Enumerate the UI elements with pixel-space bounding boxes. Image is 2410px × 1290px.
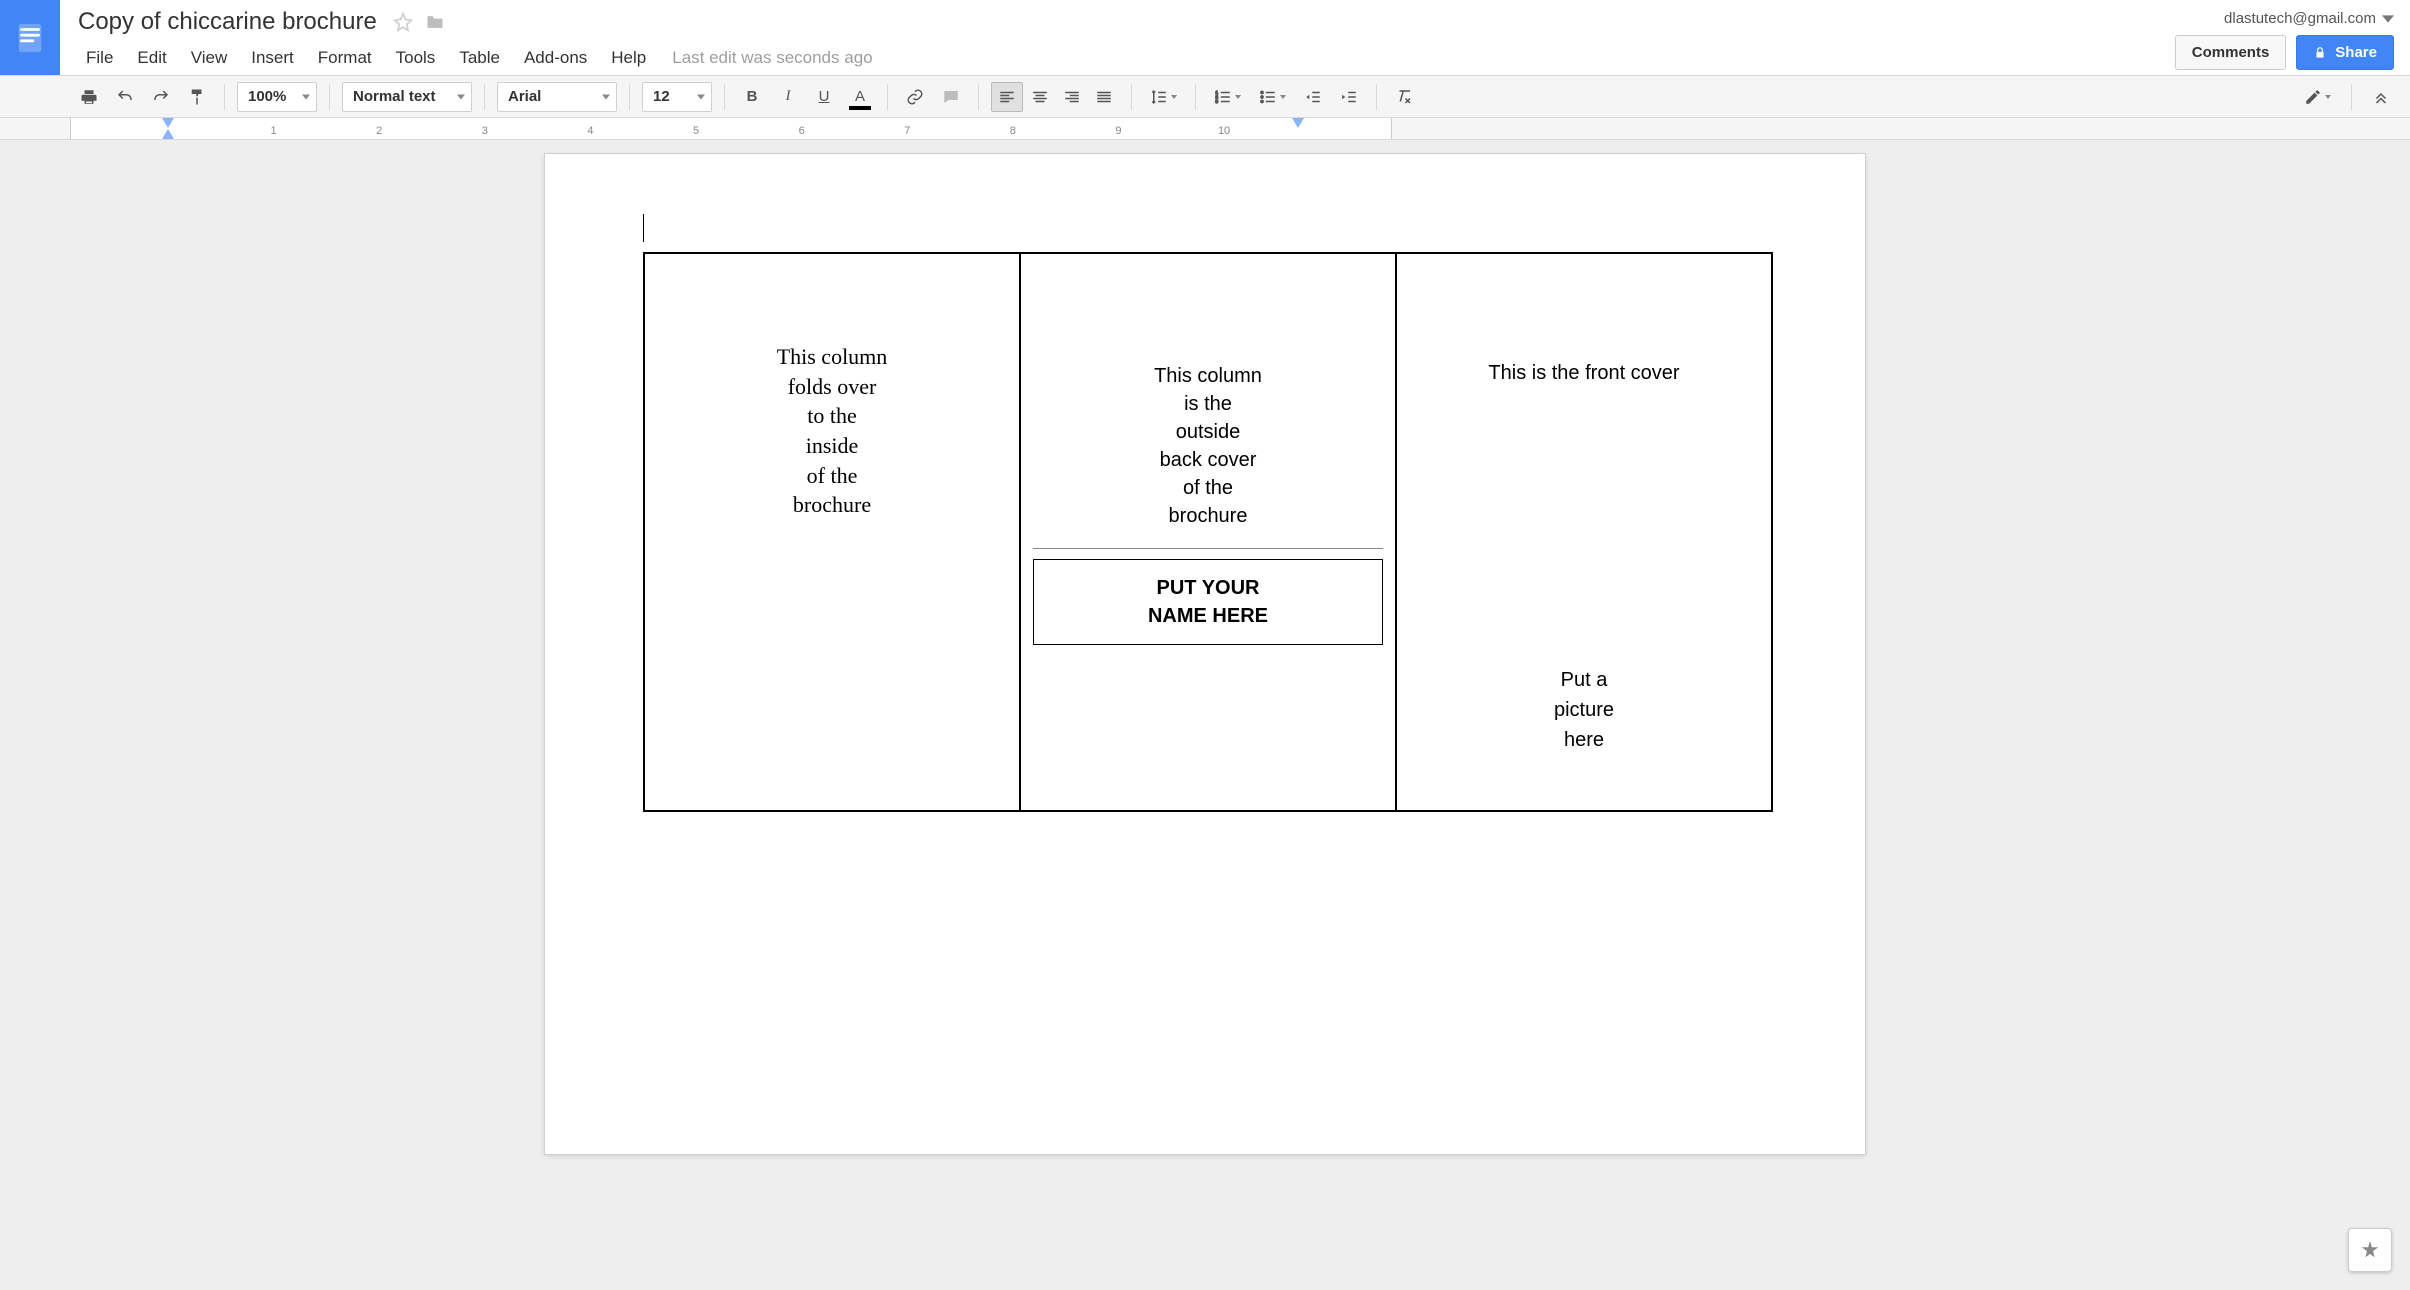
ruler-number: 1 bbox=[271, 125, 277, 137]
share-button[interactable]: Share bbox=[2296, 35, 2394, 70]
text-cursor bbox=[643, 214, 644, 242]
insert-comment-button[interactable] bbox=[936, 82, 966, 112]
bulleted-list-button[interactable] bbox=[1253, 82, 1292, 112]
menu-addons[interactable]: Add-ons bbox=[512, 42, 599, 74]
font-size-value: 12 bbox=[653, 88, 670, 105]
lock-icon bbox=[2313, 46, 2327, 60]
line-spacing-button[interactable] bbox=[1144, 82, 1183, 112]
ruler-number: 7 bbox=[904, 125, 910, 137]
document-title[interactable]: Copy of chiccarine brochure bbox=[74, 6, 381, 38]
menu-table[interactable]: Table bbox=[447, 42, 512, 74]
italic-button[interactable]: I bbox=[773, 82, 803, 112]
zoom-value: 100% bbox=[248, 88, 286, 105]
chevron-down-icon bbox=[2382, 13, 2394, 25]
col2-divider bbox=[1033, 548, 1383, 549]
paint-format-button[interactable] bbox=[182, 82, 212, 112]
folder-icon[interactable] bbox=[425, 12, 445, 32]
ruler-number: 2 bbox=[376, 125, 382, 137]
horizontal-ruler[interactable]: 1 2 3 4 5 6 7 8 9 10 bbox=[0, 118, 2410, 140]
brochure-col-1[interactable]: This columnfolds overto theinsideof theb… bbox=[645, 254, 1019, 810]
text-color-button[interactable]: A bbox=[845, 82, 875, 112]
share-button-label: Share bbox=[2335, 44, 2377, 61]
explore-button[interactable] bbox=[2348, 1228, 2392, 1272]
docs-home-button[interactable] bbox=[0, 0, 60, 75]
brochure-col-2[interactable]: This columnis theoutsideback coverof the… bbox=[1019, 254, 1395, 810]
account-email: dlastutech@gmail.com bbox=[2224, 10, 2376, 27]
align-justify-button[interactable] bbox=[1089, 82, 1119, 112]
clear-formatting-button[interactable] bbox=[1389, 82, 1419, 112]
menu-help[interactable]: Help bbox=[599, 42, 658, 74]
paragraph-style-dropdown[interactable]: Normal text bbox=[342, 82, 472, 112]
menu-tools[interactable]: Tools bbox=[384, 42, 448, 74]
font-dropdown[interactable]: Arial bbox=[497, 82, 617, 112]
app-header: Copy of chiccarine brochure File Edit Vi… bbox=[0, 0, 2410, 76]
last-edit-text[interactable]: Last edit was seconds ago bbox=[658, 48, 872, 68]
col2-text[interactable]: This columnis theoutsideback coverof the… bbox=[1033, 272, 1383, 530]
ruler-number: 8 bbox=[1010, 125, 1016, 137]
ruler-number: 3 bbox=[482, 125, 488, 137]
menu-insert[interactable]: Insert bbox=[239, 42, 306, 74]
brochure-col-3[interactable]: This is the front cover Put apicturehere bbox=[1395, 254, 1771, 810]
collapse-toolbar-button[interactable] bbox=[2366, 82, 2396, 112]
insert-link-button[interactable] bbox=[900, 82, 930, 112]
increase-indent-button[interactable] bbox=[1334, 82, 1364, 112]
font-value: Arial bbox=[508, 88, 541, 105]
ruler-number: 10 bbox=[1218, 125, 1230, 137]
ruler-number: 6 bbox=[799, 125, 805, 137]
print-button[interactable] bbox=[74, 82, 104, 112]
menu-view[interactable]: View bbox=[179, 42, 240, 74]
align-left-button[interactable] bbox=[991, 82, 1023, 112]
col3-picture-placeholder[interactable]: Put apicturehere bbox=[1409, 385, 1759, 755]
menu-edit[interactable]: Edit bbox=[125, 42, 178, 74]
menu-format[interactable]: Format bbox=[306, 42, 384, 74]
menu-file[interactable]: File bbox=[74, 42, 125, 74]
bold-button[interactable]: B bbox=[737, 82, 767, 112]
ruler-number: 9 bbox=[1115, 125, 1121, 137]
docs-logo-icon bbox=[13, 21, 47, 55]
explore-icon bbox=[2359, 1239, 2381, 1261]
star-icon[interactable] bbox=[393, 12, 413, 32]
redo-button[interactable] bbox=[146, 82, 176, 112]
brochure-table[interactable]: This columnfolds overto theinsideof theb… bbox=[643, 252, 1773, 812]
svg-text:3: 3 bbox=[1216, 99, 1219, 104]
menubar: File Edit View Insert Format Tools Table… bbox=[74, 42, 2161, 74]
undo-button[interactable] bbox=[110, 82, 140, 112]
account-menu[interactable]: dlastutech@gmail.com bbox=[2224, 10, 2394, 27]
align-right-button[interactable] bbox=[1057, 82, 1087, 112]
col3-title[interactable]: This is the front cover bbox=[1409, 272, 1759, 385]
font-size-dropdown[interactable]: 12 bbox=[642, 82, 712, 112]
editing-mode-button[interactable] bbox=[2298, 82, 2337, 112]
zoom-dropdown[interactable]: 100% bbox=[237, 82, 317, 112]
paragraph-style-value: Normal text bbox=[353, 88, 436, 105]
comments-button[interactable]: Comments bbox=[2175, 35, 2287, 70]
numbered-list-button[interactable]: 123 bbox=[1208, 82, 1247, 112]
page[interactable]: This columnfolds overto theinsideof theb… bbox=[545, 154, 1865, 1154]
underline-button[interactable]: U bbox=[809, 82, 839, 112]
ruler-number: 5 bbox=[693, 125, 699, 137]
ruler-number: 4 bbox=[587, 125, 593, 137]
align-center-button[interactable] bbox=[1025, 82, 1055, 112]
name-box[interactable]: PUT YOURNAME HERE bbox=[1033, 559, 1383, 645]
decrease-indent-button[interactable] bbox=[1298, 82, 1328, 112]
col1-text[interactable]: This columnfolds overto theinsideof theb… bbox=[657, 272, 1007, 520]
document-canvas[interactable]: This columnfolds overto theinsideof theb… bbox=[0, 140, 2410, 1290]
toolbar: 100% Normal text Arial 12 B I U A 123 bbox=[0, 76, 2410, 118]
